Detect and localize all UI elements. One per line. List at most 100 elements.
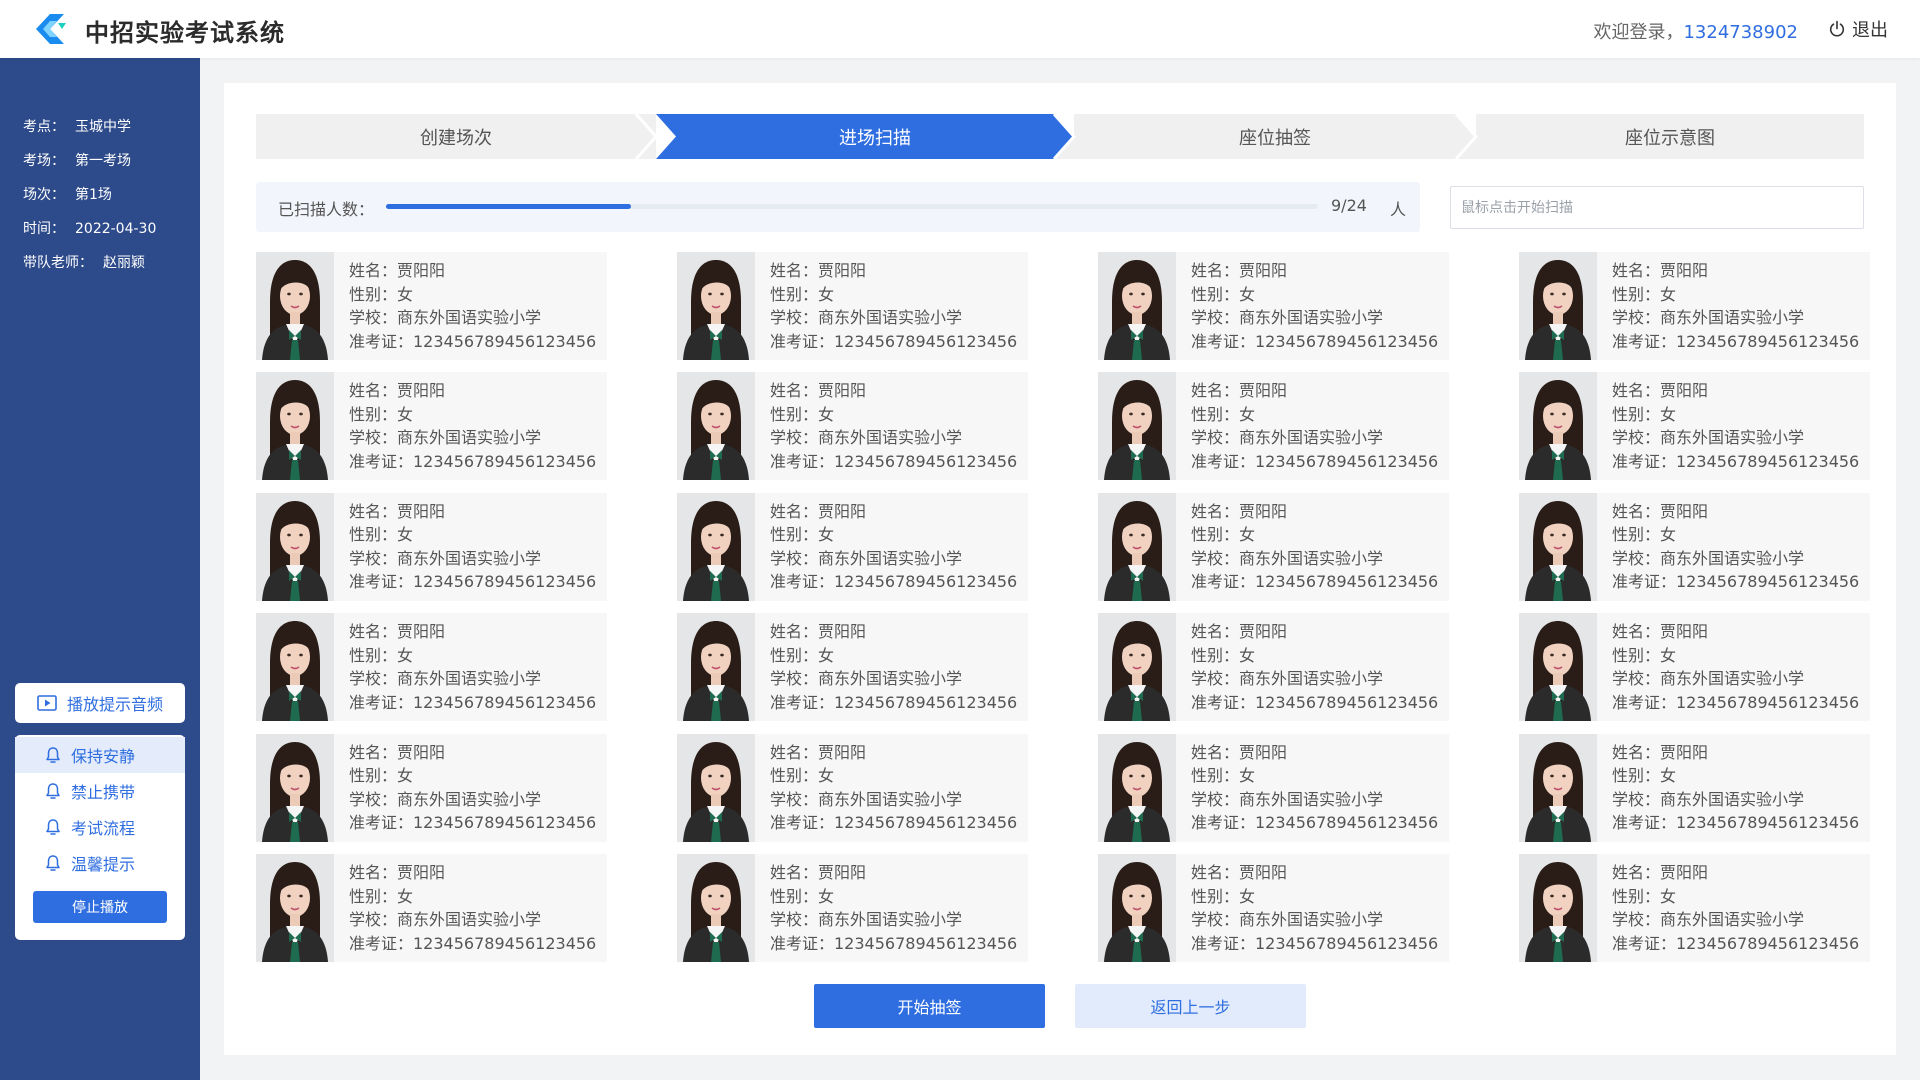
- info-value: 2022-04-30: [75, 221, 157, 237]
- student-school: 学校：商东外国语实验小学: [349, 669, 542, 689]
- student-card[interactable]: 姓名：贾阳阳 性别：女 学校：商东外国语实验小学 准考证：12345678945612…: [677, 252, 1028, 360]
- student-ticket: 准考证：123456789456123456: [1191, 451, 1439, 471]
- student-info: 姓名：贾阳阳 性别：女 学校：商东外国语实验小学 准考证：12345678945612…: [1612, 620, 1859, 714]
- student-card[interactable]: 姓名：贾阳阳 性别：女 学校：商东外国语实验小学 准考证：12345678945612…: [1519, 733, 1870, 842]
- student-photo: [256, 733, 334, 842]
- student-photo: [1519, 492, 1597, 601]
- power-icon: [1829, 20, 1845, 37]
- student-card[interactable]: 姓名：贾阳阳 性别：女 学校：商东外国语实验小学 准考证：12345678945612…: [1098, 854, 1449, 962]
- student-card[interactable]: 姓名：贾阳阳 性别：女 学校：商东外国语实验小学 准考证：12345678945612…: [1519, 252, 1870, 360]
- progress-count: 9/24: [1331, 196, 1367, 215]
- step-4[interactable]: 座位示意图: [1476, 114, 1864, 159]
- student-card[interactable]: 姓名：贾阳阳 性别：女 学校：商东外国语实验小学 准考证：12345678945612…: [677, 733, 1028, 842]
- student-photo-frame: [677, 854, 755, 962]
- audio-item[interactable]: 考试流程: [15, 809, 185, 845]
- app-logo-icon: [36, 14, 66, 44]
- student-ticket: 准考证：123456789456123456: [1612, 813, 1860, 833]
- student-info: 姓名：贾阳阳 性别：女 学校：商东外国语实验小学 准考证：12345678945612…: [1191, 379, 1438, 473]
- student-card[interactable]: 姓名：贾阳阳 性别：女 学校：商东外国语实验小学 准考证：12345678945612…: [677, 854, 1028, 962]
- student-gender: 性别：女: [1191, 645, 1256, 665]
- video-play-icon: [37, 695, 57, 711]
- info-row: 带队老师： 赵丽颖: [23, 246, 156, 280]
- student-ticket: 准考证：123456789456123456: [1191, 572, 1439, 592]
- step-2[interactable]: 进场扫描: [676, 114, 1074, 159]
- student-card[interactable]: 姓名：贾阳阳 性别：女 学校：商东外国语实验小学 准考证：12345678945612…: [1098, 372, 1449, 481]
- student-card[interactable]: 姓名：贾阳阳 性别：女 学校：商东外国语实验小学 准考证：12345678945612…: [256, 733, 607, 842]
- step-3[interactable]: 座位抽签: [1074, 114, 1476, 159]
- student-card[interactable]: 姓名：贾阳阳 性别：女 学校：商东外国语实验小学 准考证：12345678945612…: [677, 372, 1028, 481]
- student-photo: [1098, 252, 1176, 360]
- start-draw-button[interactable]: 开始抽签: [814, 984, 1045, 1028]
- student-photo: [677, 372, 755, 481]
- student-info: 姓名：贾阳阳 性别：女 学校：商东外国语实验小学 准考证：12345678945612…: [1612, 500, 1859, 594]
- student-photo: [1098, 733, 1176, 842]
- student-photo-frame: [677, 733, 755, 842]
- audio-item-label: 保持安静: [71, 747, 136, 766]
- student-ticket: 准考证：123456789456123456: [349, 933, 597, 953]
- student-school: 学校：商东外国语实验小学: [1191, 308, 1384, 327]
- scan-input[interactable]: [1450, 186, 1864, 229]
- student-card[interactable]: 姓名：贾阳阳 性别：女 学校：商东外国语实验小学 准考证：12345678945612…: [677, 492, 1028, 601]
- student-card[interactable]: 姓名：贾阳阳 性别：女 学校：商东外国语实验小学 准考证：12345678945612…: [256, 252, 607, 360]
- student-card[interactable]: 姓名：贾阳阳 性别：女 学校：商东外国语实验小学 准考证：12345678945612…: [1098, 492, 1449, 601]
- student-photo: [256, 854, 334, 962]
- student-school: 学校：商东外国语实验小学: [770, 308, 963, 327]
- student-card[interactable]: 姓名：贾阳阳 性别：女 学校：商东外国语实验小学 准考证：12345678945612…: [1519, 613, 1870, 722]
- student-photo: [256, 372, 334, 481]
- student-ticket: 准考证：123456789456123456: [770, 331, 1018, 351]
- student-school: 学校：商东外国语实验小学: [770, 428, 963, 448]
- info-key: 考场：: [23, 153, 65, 169]
- student-gender: 性别：女: [1191, 404, 1256, 424]
- username: 1324738902: [1683, 22, 1798, 43]
- student-ticket: 准考证：123456789456123456: [1191, 813, 1439, 833]
- student-ticket: 准考证：123456789456123456: [1191, 692, 1439, 712]
- student-card[interactable]: 姓名：贾阳阳 性别：女 学校：商东外国语实验小学 准考证：12345678945612…: [1098, 252, 1449, 360]
- student-school: 学校：商东外国语实验小学: [1191, 910, 1384, 929]
- app-title: 中招实验考试系统: [85, 19, 285, 47]
- student-gender: 性别：女: [349, 766, 414, 786]
- student-photo-frame: [256, 854, 334, 962]
- student-name: 姓名：贾阳阳: [1612, 381, 1709, 401]
- student-gender: 性别：女: [1191, 766, 1256, 786]
- student-gender: 性别：女: [349, 404, 414, 424]
- student-photo-frame: [256, 492, 334, 601]
- student-card[interactable]: 姓名：贾阳阳 性别：女 学校：商东外国语实验小学 准考证：12345678945612…: [256, 492, 607, 601]
- student-school: 学校：商东外国语实验小学: [1612, 789, 1805, 809]
- student-photo: [677, 733, 755, 842]
- welcome-prefix: 欢迎登录，: [1593, 22, 1684, 43]
- student-name: 姓名：贾阳阳: [1612, 863, 1709, 882]
- student-ticket: 准考证：123456789456123456: [1612, 692, 1860, 712]
- student-gender: 性别：女: [349, 645, 414, 665]
- student-photo-frame: [256, 733, 334, 842]
- student-photo-frame: [677, 252, 755, 360]
- student-card[interactable]: 姓名：贾阳阳 性别：女 学校：商东外国语实验小学 准考证：12345678945612…: [256, 854, 607, 962]
- student-card[interactable]: 姓名：贾阳阳 性别：女 学校：商东外国语实验小学 准考证：12345678945612…: [256, 372, 607, 481]
- student-name: 姓名：贾阳阳: [349, 261, 446, 280]
- student-card[interactable]: 姓名：贾阳阳 性别：女 学校：商东外国语实验小学 准考证：12345678945612…: [1519, 372, 1870, 481]
- student-photo: [256, 492, 334, 601]
- student-card[interactable]: 姓名：贾阳阳 性别：女 学校：商东外国语实验小学 准考证：12345678945612…: [256, 613, 607, 722]
- audio-item[interactable]: 温馨提示: [15, 845, 185, 881]
- audio-item[interactable]: 保持安静: [15, 737, 185, 773]
- student-photo-frame: [1098, 252, 1176, 360]
- student-name: 姓名：贾阳阳: [770, 381, 867, 401]
- info-value: 第1场: [75, 187, 112, 203]
- audio-list: 保持安静禁止携带 考试流程 温馨提示: [15, 737, 185, 881]
- student-gender: 性别：女: [770, 284, 835, 304]
- student-card[interactable]: 姓名：贾阳阳 性别：女 学校：商东外国语实验小学 准考证：12345678945612…: [677, 613, 1028, 722]
- student-photo-frame: [677, 372, 755, 481]
- logout-button[interactable]: 退出: [1828, 16, 1888, 42]
- student-photo-frame: [677, 613, 755, 722]
- audio-item[interactable]: 禁止携带: [15, 773, 185, 809]
- stop-playback-button[interactable]: 停止播放: [33, 891, 167, 923]
- student-ticket: 准考证：123456789456123456: [349, 813, 597, 833]
- back-button[interactable]: 返回上一步: [1075, 984, 1306, 1028]
- student-card[interactable]: 姓名：贾阳阳 性别：女 学校：商东外国语实验小学 准考证：12345678945612…: [1098, 613, 1449, 722]
- student-card[interactable]: 姓名：贾阳阳 性别：女 学校：商东外国语实验小学 准考证：12345678945612…: [1519, 492, 1870, 601]
- student-school: 学校：商东外国语实验小学: [1612, 669, 1805, 689]
- step-1[interactable]: 创建场次: [256, 114, 656, 159]
- info-row: 场次： 第1场: [23, 178, 156, 212]
- play-audio-button[interactable]: 播放提示音频: [15, 683, 185, 723]
- student-card[interactable]: 姓名：贾阳阳 性别：女 学校：商东外国语实验小学 准考证：12345678945612…: [1519, 854, 1870, 962]
- student-card[interactable]: 姓名：贾阳阳 性别：女 学校：商东外国语实验小学 准考证：12345678945612…: [1098, 733, 1449, 842]
